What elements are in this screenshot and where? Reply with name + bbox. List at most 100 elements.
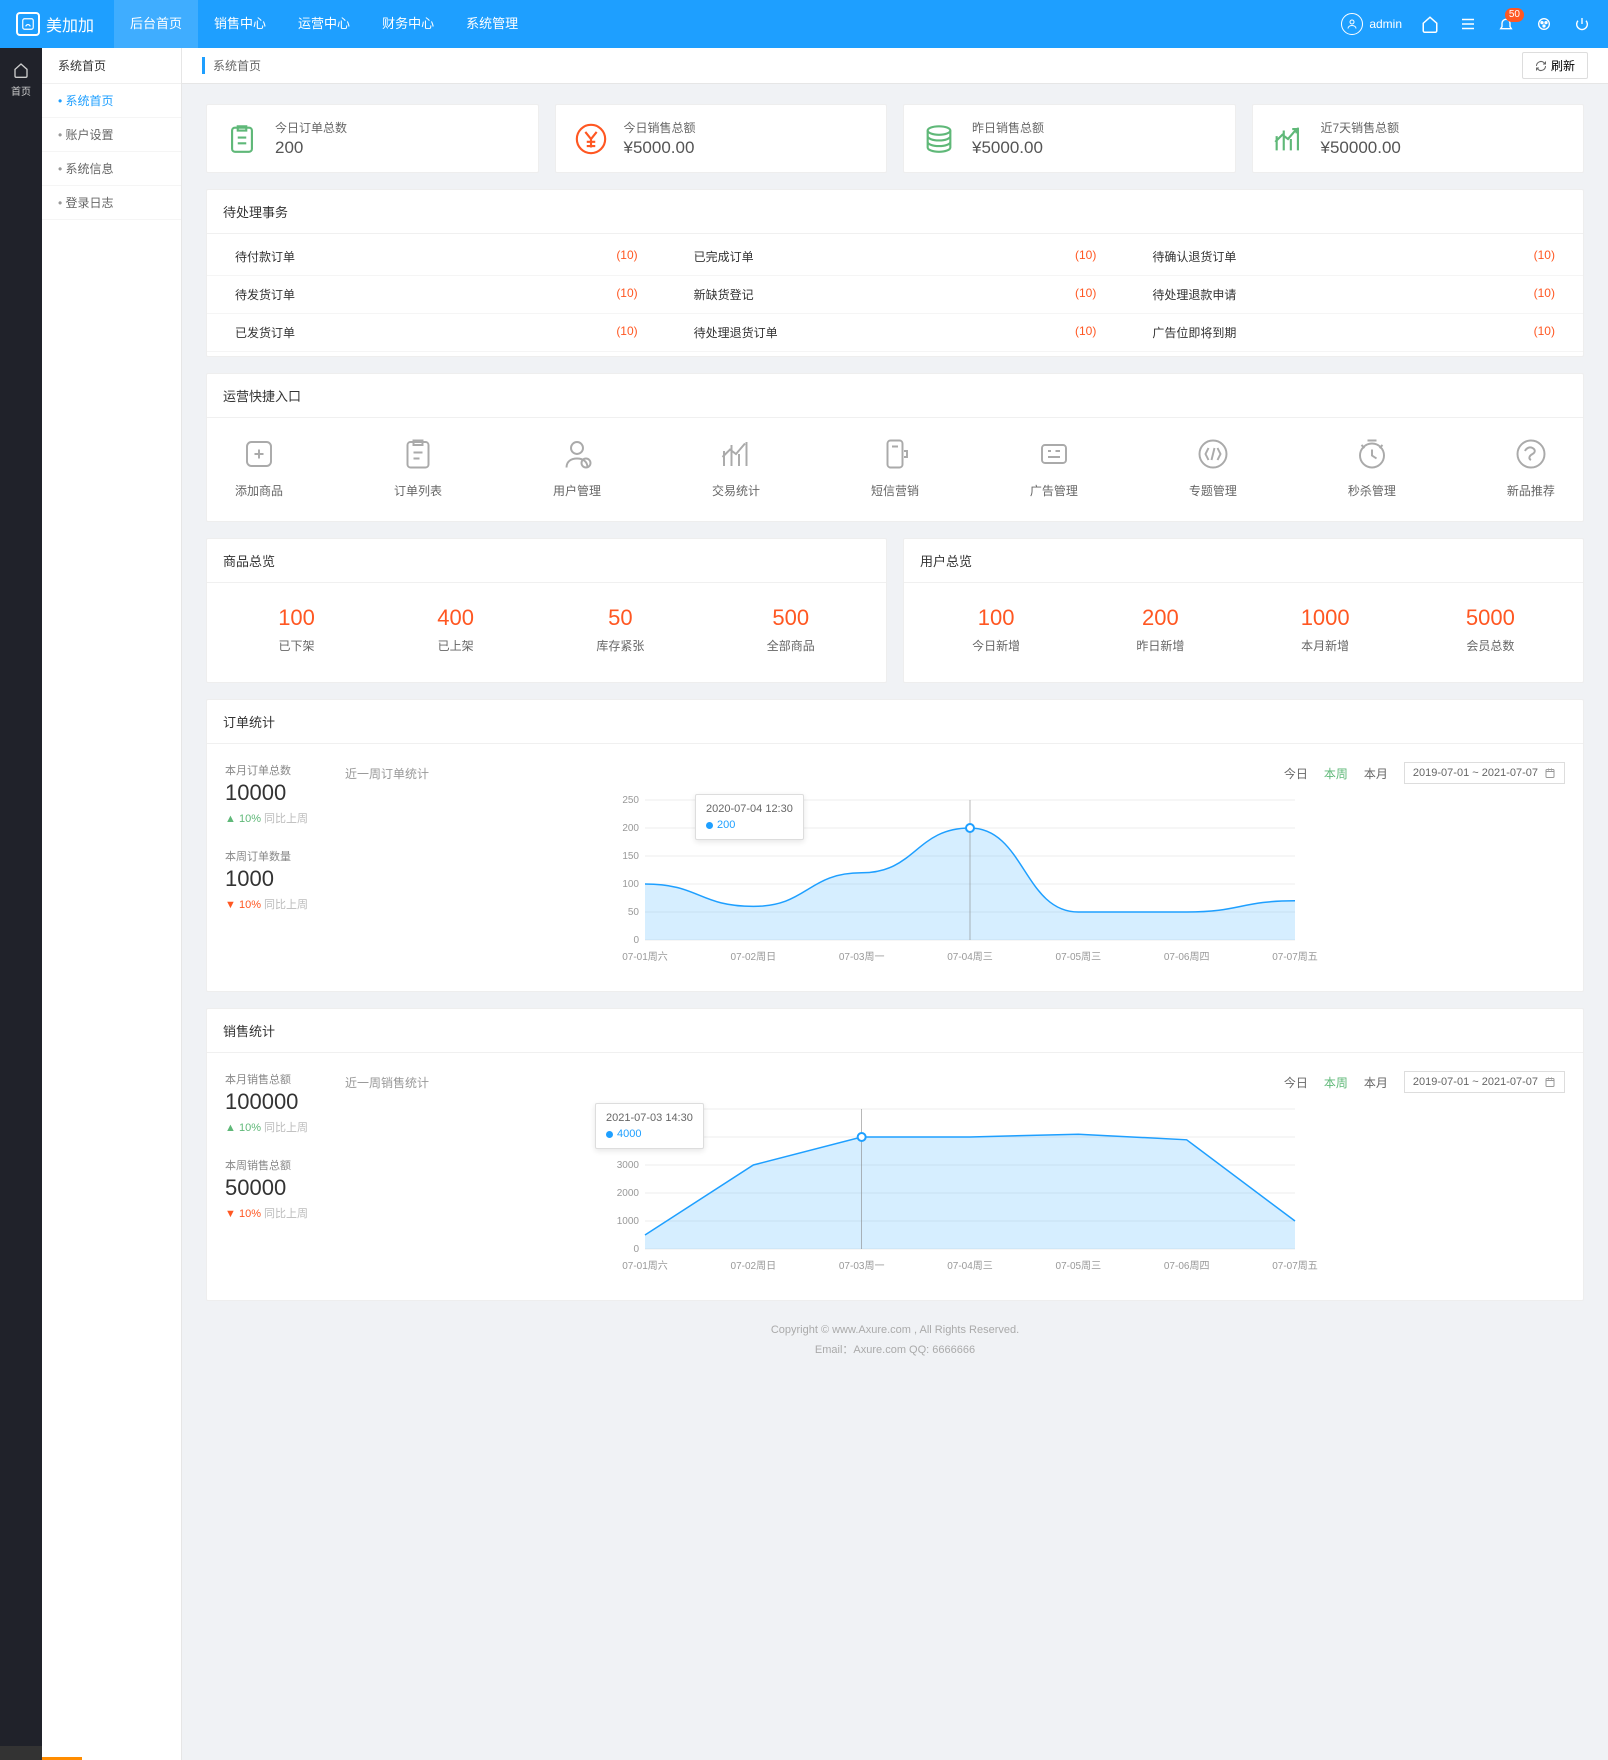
todo-item[interactable]: 待确认退货订单(10) [1124, 238, 1583, 276]
home-icon[interactable] [1420, 14, 1440, 34]
coins-icon [920, 120, 958, 158]
taskbar [0, 1746, 42, 1760]
top-nav: 后台首页 销售中心 运营中心 财务中心 系统管理 [114, 0, 534, 48]
bell-icon[interactable]: 50 [1496, 14, 1516, 34]
submenu-head: 系统首页 [42, 48, 181, 84]
breadcrumb-bar: 系统首页 刷新 [182, 48, 1608, 84]
svg-text:150: 150 [622, 851, 639, 862]
svg-text:3000: 3000 [617, 1160, 640, 1171]
user-menu[interactable]: admin [1341, 13, 1402, 35]
todo-item[interactable]: 已发货订单(10) [207, 314, 666, 352]
quick-entry[interactable]: 订单列表 [394, 436, 442, 499]
username: admin [1369, 17, 1402, 31]
quick-entry[interactable]: 新品推荐 [1507, 436, 1555, 499]
menu-icon[interactable] [1458, 14, 1478, 34]
svg-text:0: 0 [633, 1244, 639, 1255]
overview-item: 400已上架 [437, 605, 474, 654]
svg-text:07-01周六: 07-01周六 [622, 1260, 668, 1272]
nav-ops[interactable]: 运营中心 [282, 0, 366, 48]
notif-badge: 50 [1505, 8, 1524, 22]
svg-text:07-04周三: 07-04周三 [947, 1260, 993, 1272]
svg-text:07-03周一: 07-03周一 [839, 951, 885, 963]
goods-overview: 商品总览 100已下架400已上架50库存紧张500全部商品 [206, 538, 887, 683]
theme-icon[interactable] [1534, 14, 1554, 34]
quick-entry[interactable]: 专题管理 [1189, 436, 1237, 499]
tab-today[interactable]: 今日 [1284, 765, 1308, 782]
svg-text:07-02周日: 07-02周日 [731, 1260, 777, 1272]
nav-sales[interactable]: 销售中心 [198, 0, 282, 48]
footer: Copyright © www.Axure.com , All Rights R… [206, 1301, 1584, 1381]
tab-month-2[interactable]: 本月 [1364, 1074, 1388, 1091]
quick-panel: 运营快捷入口 添加商品订单列表用户管理交易统计短信营销广告管理专题管理秒杀管理新… [206, 373, 1584, 522]
logo-icon [16, 12, 40, 36]
overview-item: 1000本月新增 [1301, 605, 1350, 654]
svg-text:07-02周日: 07-02周日 [731, 951, 777, 963]
svg-text:07-07周五: 07-07周五 [1272, 951, 1318, 963]
svg-text:100: 100 [622, 879, 639, 890]
tab-month[interactable]: 本月 [1364, 765, 1388, 782]
nav-home[interactable]: 后台首页 [114, 0, 198, 48]
quick-entry[interactable]: 交易统计 [712, 436, 760, 499]
overview-item: 200昨日新增 [1136, 605, 1184, 654]
brand-logo: 美加加 [16, 12, 94, 36]
sales-chart: 近一周销售统计 今日 本周 本月 2019-07-01 ~ 2021-07-07… [345, 1071, 1565, 1282]
tab-week-2[interactable]: 本周 [1324, 1074, 1348, 1091]
quick-entry[interactable]: 添加商品 [235, 436, 283, 499]
quick-entry[interactable]: 广告管理 [1030, 436, 1078, 499]
todo-item[interactable]: 已完成订单(10) [666, 238, 1125, 276]
svg-text:07-05周三: 07-05周三 [1056, 951, 1102, 963]
power-icon[interactable] [1572, 14, 1592, 34]
sales-stat-panel: 销售统计 本月销售总额 100000 ▲ 10% 同比上周 本周销售总额 500… [206, 1008, 1584, 1301]
todo-panel: 待处理事务 待付款订单(10)已完成订单(10)待确认退货订单(10) 待发货订单… [206, 189, 1584, 357]
kpi-yesterday-sales: 昨日销售总额¥5000.00 [903, 104, 1236, 173]
todo-item[interactable]: 待付款订单(10) [207, 238, 666, 276]
order-area-chart: 25020015010050007-01周六07-02周日07-03周一07-0… [345, 790, 1565, 970]
main: 系统首页 刷新 今日订单总数200 今日销售总额¥5000.00 昨日销 [182, 48, 1608, 1760]
refresh-button[interactable]: 刷新 [1522, 52, 1588, 79]
svg-text:2000: 2000 [617, 1188, 640, 1199]
overview-item: 100已下架 [278, 605, 315, 654]
overview-item: 100今日新增 [972, 605, 1020, 654]
sidebar-rail: 首页 [0, 48, 42, 1760]
todo-item[interactable]: 广告位即将到期(10) [1124, 314, 1583, 352]
date-range-picker[interactable]: 2019-07-01 ~ 2021-07-07 [1404, 762, 1565, 784]
svg-text:07-07周五: 07-07周五 [1272, 1260, 1318, 1272]
sidebar-item-account[interactable]: 账户设置 [42, 118, 181, 152]
todo-title: 待处理事务 [207, 190, 1583, 234]
tab-week[interactable]: 本周 [1324, 765, 1348, 782]
rail-home-tab[interactable]: 首页 [0, 58, 42, 102]
nav-system[interactable]: 系统管理 [450, 0, 534, 48]
sidebar-item-log[interactable]: 登录日志 [42, 186, 181, 220]
topbar-right: admin 50 [1341, 13, 1592, 35]
svg-text:07-06周四: 07-06周四 [1164, 1260, 1210, 1272]
date-range-picker-2[interactable]: 2019-07-01 ~ 2021-07-07 [1404, 1071, 1565, 1093]
todo-item[interactable]: 待处理退货订单(10) [666, 314, 1125, 352]
kpi-week-sales: 近7天销售总额¥50000.00 [1252, 104, 1585, 173]
svg-text:07-05周三: 07-05周三 [1056, 1260, 1102, 1272]
tab-today-2[interactable]: 今日 [1284, 1074, 1308, 1091]
svg-text:250: 250 [622, 795, 639, 806]
overview-item: 5000会员总数 [1466, 605, 1515, 654]
users-overview: 用户总览 100今日新增200昨日新增1000本月新增5000会员总数 [903, 538, 1584, 683]
quick-entry[interactable]: 用户管理 [553, 436, 601, 499]
svg-text:07-04周三: 07-04周三 [947, 951, 993, 963]
topbar: 美加加 后台首页 销售中心 运营中心 财务中心 系统管理 admin 50 [0, 0, 1608, 48]
avatar-icon [1341, 13, 1363, 35]
quick-entry[interactable]: 秒杀管理 [1348, 436, 1396, 499]
kpi-today-orders: 今日订单总数200 [206, 104, 539, 173]
sidebar-item-home[interactable]: 系统首页 [42, 84, 181, 118]
svg-text:50: 50 [628, 907, 640, 918]
sidebar-submenu: 系统首页 系统首页 账户设置 系统信息 登录日志 [42, 48, 182, 1760]
kpi-row: 今日订单总数200 今日销售总额¥5000.00 昨日销售总额¥5000.00 … [206, 104, 1584, 173]
svg-text:07-03周一: 07-03周一 [839, 1260, 885, 1272]
quick-entry[interactable]: 短信营销 [871, 436, 919, 499]
todo-item[interactable]: 待发货订单(10) [207, 276, 666, 314]
todo-item[interactable]: 新缺货登记(10) [666, 276, 1125, 314]
growth-icon [1269, 120, 1307, 158]
svg-text:0: 0 [633, 935, 639, 946]
chart-tooltip-2: 2021-07-03 14:30 4000 [595, 1103, 704, 1149]
nav-finance[interactable]: 财务中心 [366, 0, 450, 48]
todo-item[interactable]: 待处理退款申请(10) [1124, 276, 1583, 314]
sidebar-item-sysinfo[interactable]: 系统信息 [42, 152, 181, 186]
clipboard-icon [223, 120, 261, 158]
